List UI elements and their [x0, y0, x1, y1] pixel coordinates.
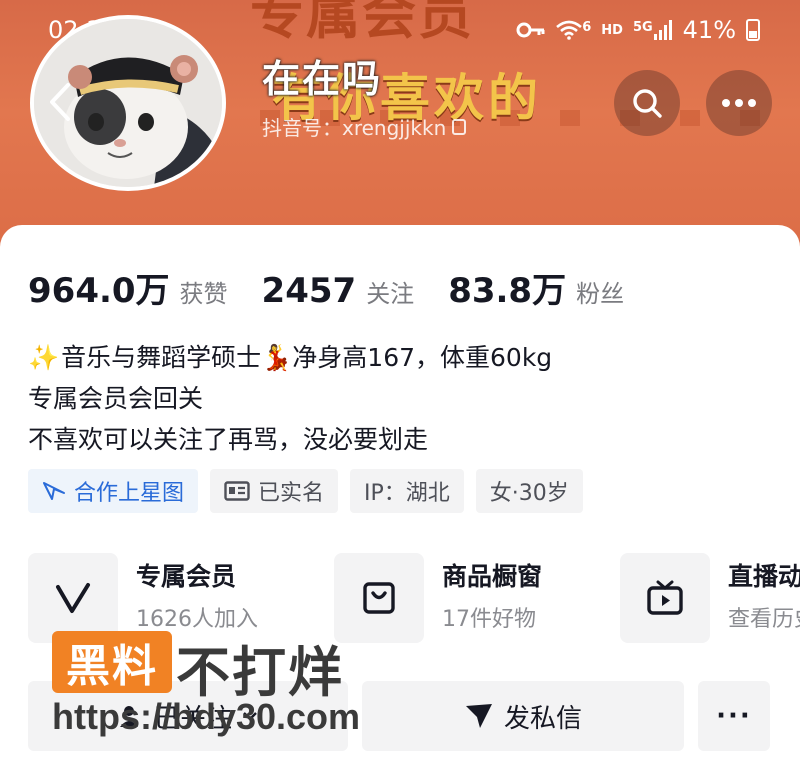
stat-likes: 964.0万 获赞	[28, 263, 228, 312]
signal-icon: 5G	[633, 20, 673, 40]
more-dots-icon	[722, 99, 756, 107]
profile-bio: ✨音乐与舞蹈学硕士💃净身高167，体重60kg 专属会员会回关 不喜欢可以关注了…	[28, 337, 552, 460]
back-button[interactable]	[34, 70, 86, 134]
chevron-left-icon	[50, 83, 70, 121]
feature-title: 直播动态	[728, 562, 800, 591]
feature-live-replay[interactable]: 直播动态 查看历史	[620, 553, 800, 645]
bio-line: ✨音乐与舞蹈学硕士💃净身高167，体重60kg	[28, 337, 552, 378]
profile-tags: 合作上星图 已实名 IP：湖北 女·30岁	[28, 469, 583, 513]
tag-label: 合作上星图	[74, 481, 185, 506]
battery-icon	[746, 19, 760, 41]
hd-badge: HD	[601, 22, 623, 38]
bio-text: 音乐与舞蹈学硕士	[61, 343, 262, 372]
bio-line: 专属会员会回关	[28, 384, 204, 413]
tag-verified[interactable]: 已实名	[210, 469, 339, 513]
profile-nickname: 在在吗	[262, 57, 383, 101]
profile-stats: 964.0万 获赞 2457 关注 83.8万 粉丝	[28, 263, 658, 312]
douyin-id: 抖音号：xrengjjkkn	[262, 112, 467, 141]
profile-banner: 专属会员 有你喜欢的 02:20 6 HD 5G	[0, 0, 800, 250]
star-map-icon	[43, 482, 65, 500]
stat-label: 关注	[366, 280, 415, 308]
search-button[interactable]	[614, 70, 680, 136]
douyin-id-text: 抖音号：xrengjjkkn	[262, 116, 447, 140]
send-icon	[465, 704, 492, 728]
stat-label: 获赞	[179, 280, 228, 308]
feature-title: 专属会员	[136, 562, 237, 591]
stat-value: 964.0万	[28, 271, 170, 311]
feature-title: 商品橱窗	[442, 562, 543, 591]
bio-line: 不喜欢可以关注了再骂，没必要划走	[28, 425, 429, 454]
send-message-button[interactable]: 发私信	[362, 681, 684, 751]
status-icons: 6 HD 5G 41%	[516, 16, 760, 44]
network-5g: 5G	[632, 20, 653, 35]
send-message-label: 发私信	[503, 703, 582, 734]
bio-text: 净身高167，体重60kg	[292, 343, 553, 372]
watermark-url: https://bdy30.com	[52, 696, 361, 737]
feature-shop-window[interactable]: 商品橱窗 17件好物	[334, 553, 542, 645]
more-options-button[interactable]	[706, 70, 772, 136]
wifi-badge: 6	[582, 20, 592, 35]
stat-following[interactable]: 2457 关注	[262, 271, 415, 311]
stat-followers[interactable]: 83.8万 粉丝	[448, 263, 624, 312]
dancer-icon: 💃	[261, 343, 293, 372]
stat-value: 2457	[261, 271, 357, 311]
tag-label: IP：湖北	[364, 481, 450, 506]
search-icon	[633, 89, 662, 118]
feature-subtitle: 17件好物	[442, 607, 536, 632]
wifi-icon: 6	[556, 20, 591, 40]
sparkle-icon: ✨	[28, 343, 60, 372]
stat-value: 83.8万	[448, 271, 567, 311]
battery-percent: 41%	[682, 16, 736, 44]
tv-icon	[620, 553, 710, 643]
tag-label: 已实名	[258, 481, 325, 506]
key-icon	[516, 22, 545, 38]
more-actions-button[interactable]: ···	[698, 681, 770, 751]
copy-icon[interactable]	[452, 118, 467, 135]
shopping-bag-icon	[334, 553, 424, 643]
tag-gender-age: 女·30岁	[475, 469, 583, 513]
stat-label: 粉丝	[576, 280, 625, 308]
tag-label: 女·30岁	[489, 481, 569, 506]
tag-star-map[interactable]: 合作上星图	[28, 469, 199, 513]
watermark-badge: 黑料	[52, 631, 172, 693]
id-card-icon	[224, 481, 250, 501]
feature-subtitle: 查看历史	[728, 607, 800, 632]
tag-ip: IP：湖北	[350, 469, 464, 513]
